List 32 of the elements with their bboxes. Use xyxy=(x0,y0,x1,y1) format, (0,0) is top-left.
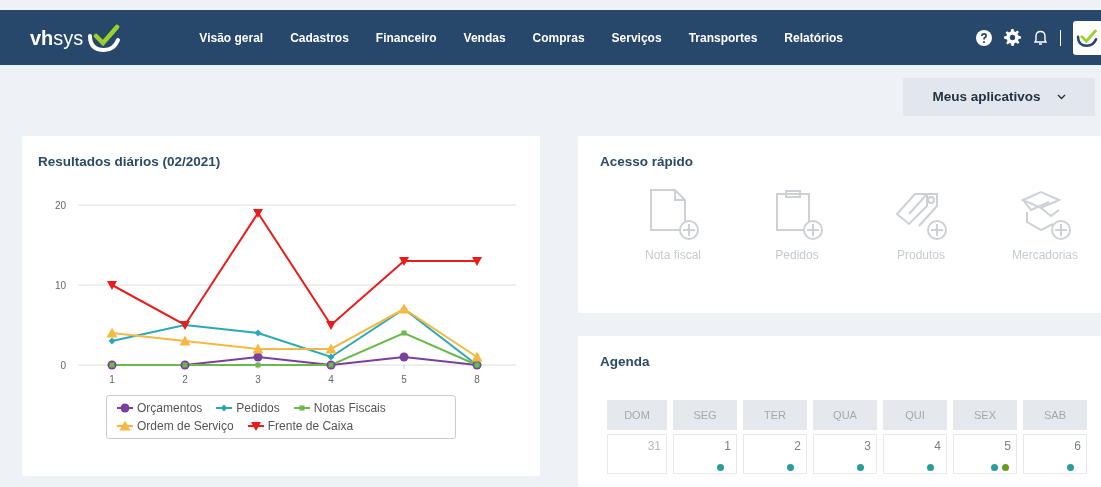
weekday-header: QUI xyxy=(883,400,947,431)
weekday-header: QUA xyxy=(813,400,877,431)
card-title: Resultados diários (02/2021) xyxy=(38,153,222,171)
day-number: 3 xyxy=(863,438,871,456)
weekday-header: SEX xyxy=(953,400,1017,431)
weekday-header: TER xyxy=(743,400,807,431)
axis-label: 4 xyxy=(328,374,334,386)
axis-label: 3 xyxy=(255,374,261,386)
legend-label: Frente de Caixa xyxy=(267,418,354,436)
card-title: Acesso rápido xyxy=(600,153,695,171)
legend-label: Notas Fiscais xyxy=(313,400,386,418)
axis-label: 2 xyxy=(182,374,188,386)
day-number: 5 xyxy=(1003,438,1011,456)
axis-label: 8 xyxy=(474,374,480,386)
day-number: 4 xyxy=(933,438,941,456)
legend-label: Orçamentos xyxy=(137,400,203,418)
axis-label: 10 xyxy=(54,280,66,292)
axis-label: 20 xyxy=(54,200,66,212)
axis-label: 0 xyxy=(60,360,66,372)
legend-label: Ordem de Serviço xyxy=(137,418,234,436)
weekday-header: SEG xyxy=(673,400,737,431)
weekday-header: SAB xyxy=(1023,400,1087,431)
card-title: Agenda xyxy=(600,353,651,371)
day-number: 6 xyxy=(1073,438,1081,456)
day-number: 31 xyxy=(646,438,661,456)
day-number: 1 xyxy=(723,438,731,456)
axis-label: 5 xyxy=(401,374,407,386)
legend-label: Pedidos xyxy=(236,400,280,418)
axis-label: 1 xyxy=(109,374,115,386)
logo-text: vhsys xyxy=(30,25,84,51)
weekday-header: DOM xyxy=(607,400,667,431)
day-number: 2 xyxy=(793,438,801,456)
